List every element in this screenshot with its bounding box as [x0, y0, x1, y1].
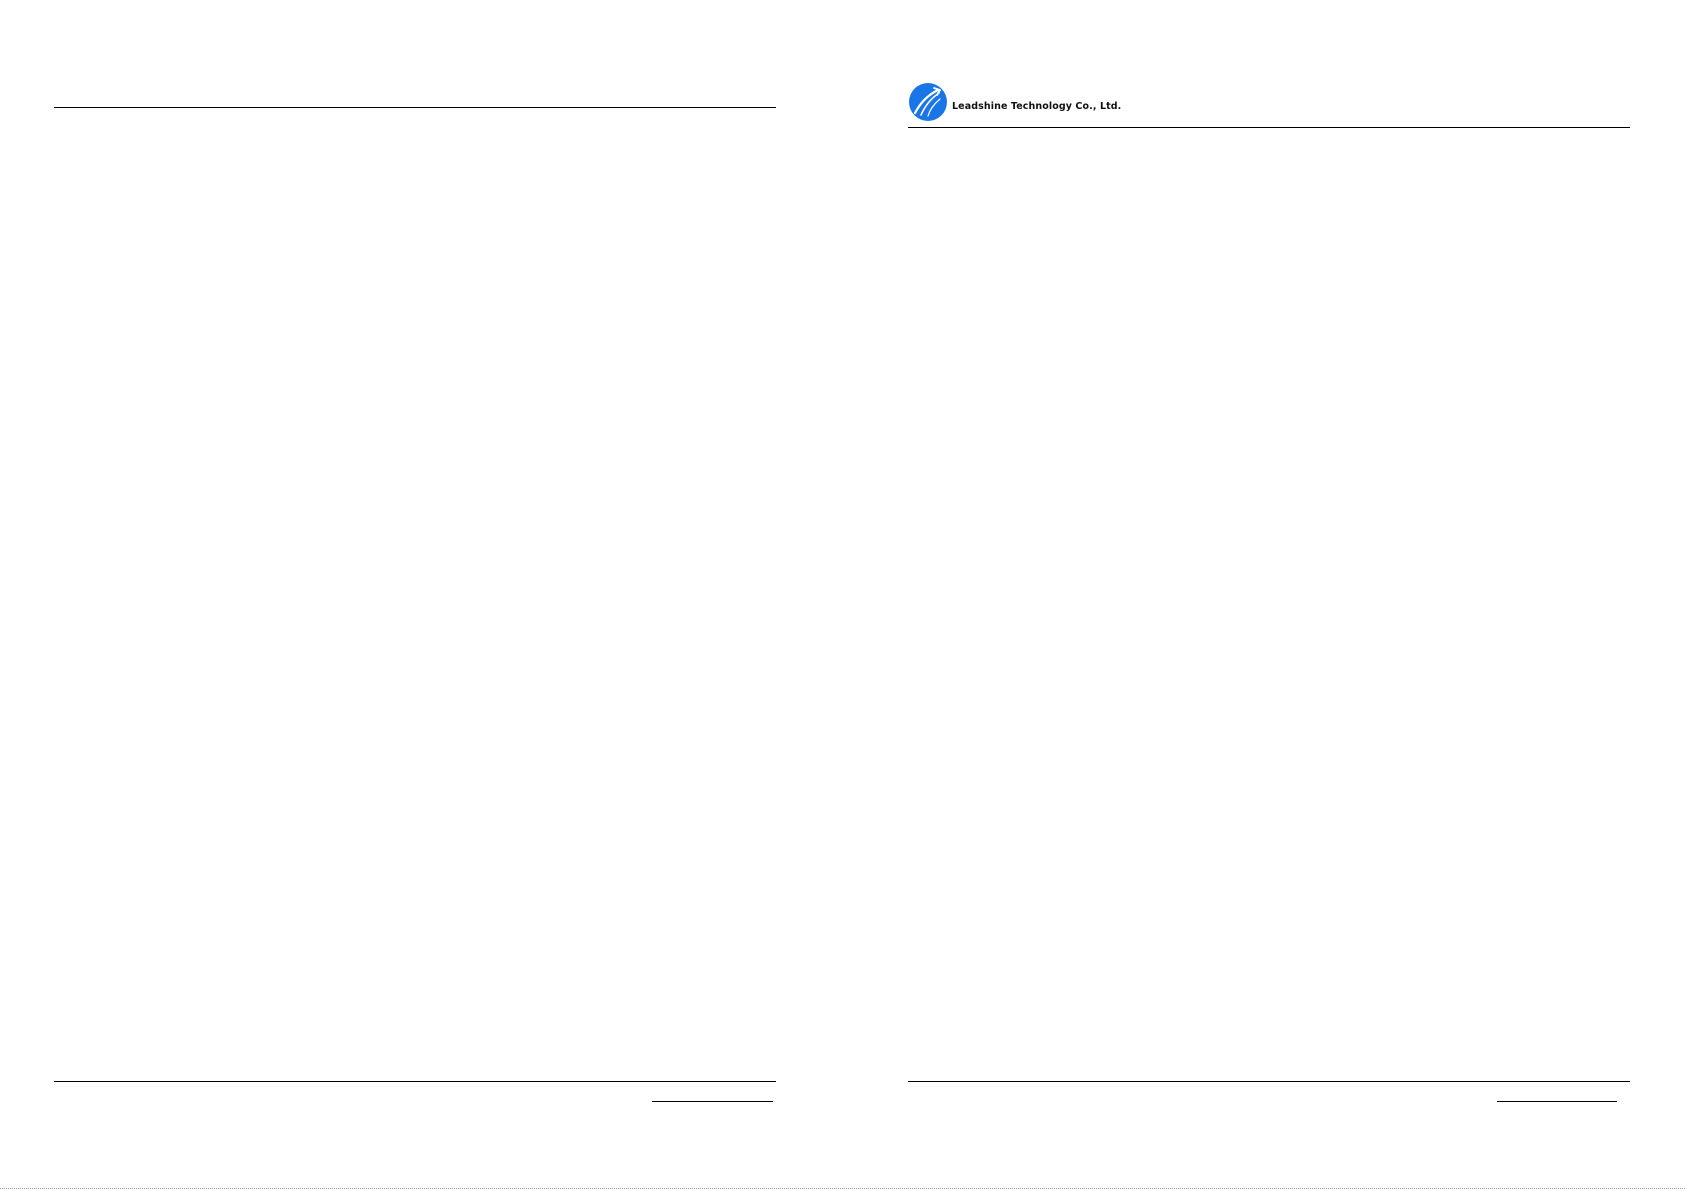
document-spread: Leadshine Technology Co., Ltd.	[0, 0, 1685, 1191]
company-name: Leadshine Technology Co., Ltd.	[952, 100, 1122, 112]
left-page	[0, 0, 842, 1191]
company-logo: Leadshine Technology Co., Ltd.	[908, 82, 1121, 122]
footer-rule	[54, 1081, 776, 1082]
footer-rule	[908, 1081, 1630, 1082]
right-page: Leadshine Technology Co., Ltd.	[842, 0, 1685, 1191]
header-rule	[908, 127, 1630, 128]
leadshine-logo-icon	[909, 83, 947, 121]
footer-underline	[1497, 1101, 1617, 1102]
footer-underline	[652, 1101, 773, 1102]
header-rule	[54, 107, 776, 108]
page-edge-dotted-line	[0, 1188, 1685, 1189]
